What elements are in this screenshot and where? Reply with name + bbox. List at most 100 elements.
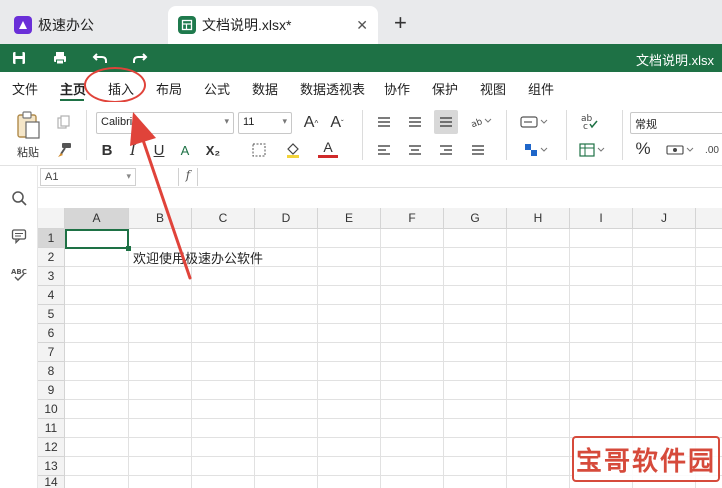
grid-line bbox=[128, 229, 129, 488]
function-icon[interactable]: f bbox=[178, 168, 198, 186]
shrink-font-button[interactable]: Aˇ bbox=[326, 112, 348, 134]
column-header-i[interactable]: I bbox=[570, 208, 633, 229]
cell-name-box[interactable]: A1 ▾ bbox=[40, 168, 136, 186]
ribbon-toolbar: 粘贴 Calibri ▾ 11 ▾ A^ Aˇ B I U A X₂ A ab bbox=[0, 102, 722, 166]
align-right-icon[interactable] bbox=[436, 140, 456, 160]
align-center-icon[interactable] bbox=[405, 140, 425, 160]
tab-home-label: 极速办公 bbox=[38, 17, 94, 33]
chevron-down-icon: ▾ bbox=[282, 116, 287, 126]
font-size-select[interactable]: 11 ▾ bbox=[238, 112, 292, 134]
text-orientation-icon[interactable]: ab bbox=[466, 112, 496, 132]
left-sidebar: ABC bbox=[0, 166, 38, 488]
new-tab-button[interactable]: + bbox=[394, 12, 407, 34]
menu-file[interactable]: 文件 bbox=[12, 79, 38, 98]
bold-button[interactable]: B bbox=[98, 140, 116, 160]
row-header-7[interactable]: 7 bbox=[38, 343, 65, 362]
column-header-h[interactable]: H bbox=[507, 208, 570, 229]
close-icon[interactable]: ✕ bbox=[356, 17, 368, 34]
fill-color-icon[interactable] bbox=[282, 140, 304, 160]
borders-icon[interactable] bbox=[248, 140, 270, 160]
grid-line bbox=[65, 342, 722, 343]
ribbon-separator bbox=[566, 110, 567, 160]
menu-formula[interactable]: 公式 bbox=[204, 79, 230, 98]
tab-document-label: 文档说明.xlsx* bbox=[202, 17, 292, 33]
row-header-3[interactable]: 3 bbox=[38, 267, 65, 286]
accounting-format-icon[interactable] bbox=[664, 140, 698, 160]
grid-line bbox=[65, 247, 722, 248]
justify-icon[interactable] bbox=[468, 140, 488, 160]
tab-document[interactable]: 文档说明.xlsx* ✕ bbox=[168, 6, 378, 44]
chevron-down-icon: ▾ bbox=[224, 116, 229, 126]
align-left-icon[interactable] bbox=[374, 140, 394, 160]
column-header-c[interactable]: C bbox=[192, 208, 255, 229]
column-header-d[interactable]: D bbox=[255, 208, 318, 229]
row-header-2[interactable]: 2 bbox=[38, 248, 65, 267]
row-header-8[interactable]: 8 bbox=[38, 362, 65, 381]
format-painter-icon[interactable] bbox=[54, 140, 74, 160]
column-header-b[interactable]: B bbox=[129, 208, 192, 229]
spell-check-icon[interactable]: ab c bbox=[576, 110, 602, 132]
row-header-5[interactable]: 5 bbox=[38, 305, 65, 324]
paste-icon[interactable] bbox=[10, 108, 46, 142]
print-icon[interactable] bbox=[49, 48, 71, 68]
strikethrough-button[interactable]: A bbox=[176, 140, 194, 160]
undo-icon[interactable] bbox=[89, 48, 111, 68]
menu-layout[interactable]: 布局 bbox=[156, 79, 182, 98]
align-top-icon[interactable] bbox=[374, 112, 394, 132]
table-format-icon[interactable] bbox=[576, 140, 610, 160]
grid-line bbox=[65, 361, 722, 362]
spell-check-icon[interactable]: ABC bbox=[9, 264, 29, 284]
row-header-12[interactable]: 12 bbox=[38, 438, 65, 457]
row-header-1[interactable]: 1 bbox=[38, 229, 65, 248]
wrap-text-icon[interactable] bbox=[516, 112, 554, 132]
cell-ref: A1 bbox=[45, 171, 59, 183]
copy-icon[interactable] bbox=[54, 112, 74, 132]
decimal-icon[interactable]: .00 bbox=[702, 140, 722, 160]
spreadsheet-icon bbox=[178, 16, 196, 34]
selected-cell-a1[interactable] bbox=[65, 229, 129, 249]
ribbon-separator bbox=[506, 110, 507, 160]
column-header-j[interactable]: J bbox=[633, 208, 696, 229]
row-header-14[interactable]: 14 bbox=[38, 476, 65, 488]
row-header-9[interactable]: 9 bbox=[38, 381, 65, 400]
menu-data[interactable]: 数据 bbox=[252, 79, 278, 98]
svg-text:c: c bbox=[583, 122, 588, 130]
row-header-6[interactable]: 6 bbox=[38, 324, 65, 343]
menu-home[interactable]: 主页 bbox=[60, 79, 86, 98]
column-header-g[interactable]: G bbox=[444, 208, 507, 229]
ribbon-separator bbox=[622, 110, 623, 160]
menu-pivot-table[interactable]: 数据透视表 bbox=[300, 79, 365, 98]
font-color-button[interactable]: A bbox=[318, 138, 338, 158]
grow-font-button[interactable]: A ^ bbox=[300, 112, 322, 134]
align-bottom-icon[interactable] bbox=[434, 110, 458, 134]
number-format-select[interactable]: 常规 bbox=[630, 112, 722, 134]
menu-protect[interactable]: 保护 bbox=[432, 79, 458, 98]
column-header-a[interactable]: A bbox=[65, 208, 129, 229]
row-header-13[interactable]: 13 bbox=[38, 457, 65, 476]
tab-home[interactable]: 极速办公 bbox=[4, 6, 162, 44]
align-middle-icon[interactable] bbox=[405, 112, 425, 132]
font-name-select[interactable]: Calibri ▾ bbox=[96, 112, 234, 134]
grid-line bbox=[65, 418, 722, 419]
percent-button[interactable]: % bbox=[632, 138, 654, 160]
merge-cells-icon[interactable] bbox=[516, 140, 554, 160]
cell-b2[interactable]: 欢迎使用极速办公软件 bbox=[131, 249, 263, 268]
column-header-e[interactable]: E bbox=[318, 208, 381, 229]
menu-collaborate[interactable]: 协作 bbox=[384, 79, 410, 98]
row-header-11[interactable]: 11 bbox=[38, 419, 65, 438]
menu-view[interactable]: 视图 bbox=[480, 79, 506, 98]
underline-button[interactable]: U bbox=[150, 140, 168, 160]
svg-text:ABC: ABC bbox=[11, 268, 27, 276]
comment-icon[interactable] bbox=[9, 226, 29, 246]
subscript-button[interactable]: X₂ bbox=[200, 140, 226, 160]
select-all-corner[interactable] bbox=[38, 208, 65, 229]
menu-components[interactable]: 组件 bbox=[528, 79, 554, 98]
row-header-10[interactable]: 10 bbox=[38, 400, 65, 419]
redo-icon[interactable] bbox=[129, 48, 151, 68]
row-header-4[interactable]: 4 bbox=[38, 286, 65, 305]
save-icon[interactable] bbox=[8, 48, 30, 68]
column-header-overflow bbox=[696, 208, 722, 229]
search-icon[interactable] bbox=[9, 188, 29, 208]
column-header-f[interactable]: F bbox=[381, 208, 444, 229]
italic-button[interactable]: I bbox=[124, 140, 142, 160]
